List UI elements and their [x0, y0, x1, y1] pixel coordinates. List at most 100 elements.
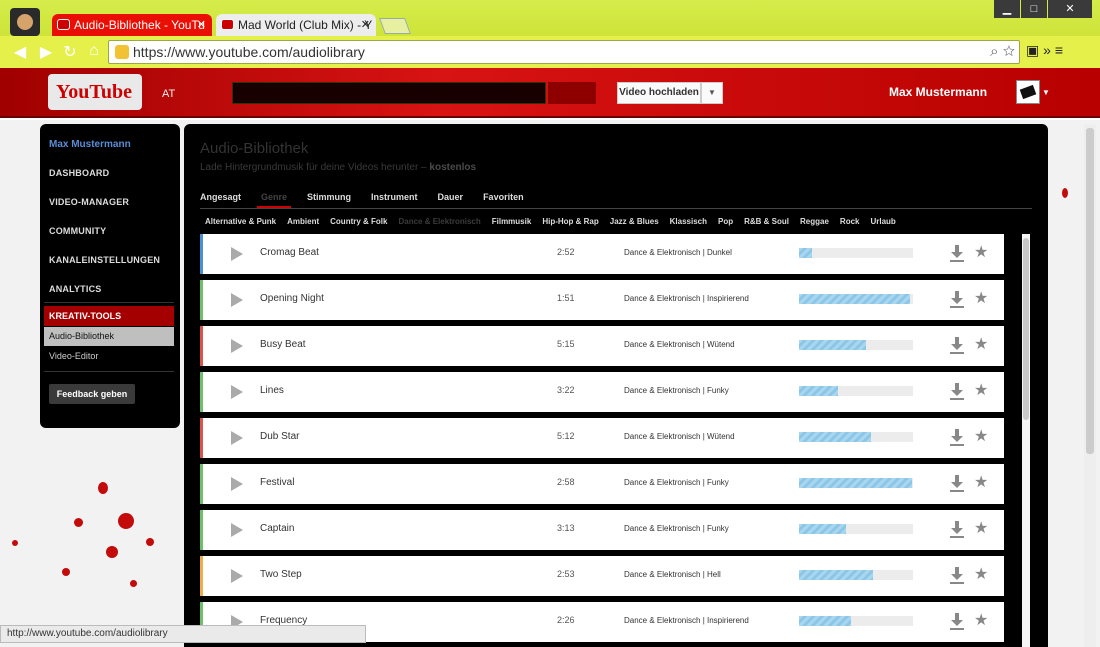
play-icon[interactable]	[231, 431, 243, 445]
upload-video-button[interactable]: Video hochladen	[617, 82, 701, 104]
download-icon[interactable]	[950, 337, 964, 353]
popularity-bar	[799, 340, 913, 350]
genre-filter[interactable]: Country & Folk	[330, 214, 387, 230]
favorite-star-icon[interactable]: ★	[974, 520, 988, 538]
play-icon[interactable]	[231, 523, 243, 537]
tab-favorites[interactable]: Favoriten	[483, 186, 524, 208]
back-arrow-icon[interactable]: ◀	[10, 42, 30, 62]
tab-trending[interactable]: Angesagt	[200, 186, 241, 208]
track-row[interactable]: Dub Star 5:12 Dance & Elektronisch | Wüten…	[200, 418, 1004, 458]
status-bar: http://www.youtube.com/audiolibrary	[0, 625, 366, 643]
genre-filter[interactable]: Klassisch	[670, 214, 707, 230]
track-row[interactable]: Two Step 2:53 Dance & Elektronisch | Hell ★	[200, 556, 1004, 596]
sidebar-item-community[interactable]: COMMUNITY	[49, 226, 106, 236]
lock-icon	[115, 45, 129, 59]
sidebar-item-creative-tools[interactable]: KREATIV-TOOLS	[44, 306, 174, 326]
tab-instrument[interactable]: Instrument	[371, 186, 418, 208]
browser-profile-icon[interactable]	[10, 8, 40, 36]
minimize-icon[interactable]: ▁	[994, 0, 1020, 18]
play-icon[interactable]	[231, 569, 243, 583]
close-window-icon[interactable]: ✕	[1048, 0, 1092, 18]
favorite-star-icon[interactable]: ★	[974, 474, 988, 492]
genre-filter[interactable]: Pop	[718, 214, 733, 230]
extension-icon[interactable]: ▣	[1026, 42, 1039, 58]
maximize-icon[interactable]: □	[1021, 0, 1047, 18]
download-icon[interactable]	[950, 383, 964, 399]
chevron-down-icon[interactable]: ▼	[1042, 88, 1050, 97]
track-title: Busy Beat	[260, 339, 306, 350]
play-icon[interactable]	[231, 477, 243, 491]
play-icon[interactable]	[231, 247, 243, 261]
download-icon[interactable]	[950, 567, 964, 583]
close-tab-icon[interactable]: ✕	[197, 14, 206, 36]
genre-filter[interactable]: Rock	[840, 214, 860, 230]
track-row[interactable]: Festival 2:58 Dance & Elektronisch | Funky…	[200, 464, 1004, 504]
more-extensions-icon[interactable]: »	[1043, 42, 1051, 58]
menu-icon[interactable]: ≡	[1055, 42, 1063, 58]
download-icon[interactable]	[950, 475, 964, 491]
sidebar-username[interactable]: Max Mustermann	[49, 139, 131, 150]
genre-filter[interactable]: Reggae	[800, 214, 829, 230]
browser-tab-active[interactable]: Audio-Bibliothek - YouTu ✕	[52, 14, 212, 36]
tab-genre[interactable]: Genre	[257, 186, 292, 208]
download-icon[interactable]	[950, 521, 964, 537]
new-tab-button[interactable]	[379, 18, 411, 34]
favorite-star-icon[interactable]: ★	[974, 428, 988, 446]
track-row[interactable]: Opening Night 1:51 Dance & Elektronisch | …	[200, 280, 1004, 320]
track-row[interactable]: Busy Beat 5:15 Dance & Elektronisch | Wüte…	[200, 326, 1004, 366]
avatar[interactable]	[1016, 80, 1040, 104]
search-icon[interactable]: ⌕	[990, 43, 998, 60]
tab-mood[interactable]: Stimmung	[307, 186, 351, 208]
track-genre-mood: Dance & Elektronisch | Wütend	[624, 340, 735, 349]
sidebar-item-channel-settings[interactable]: KANALEINSTELLUNGEN	[49, 255, 160, 265]
address-bar[interactable]: https://www.youtube.com/audiolibrary ⌕ ☆	[108, 40, 1020, 64]
genre-filter[interactable]: Filmmusik	[492, 214, 532, 230]
sidebar-item-video-manager[interactable]: VIDEO-MANAGER	[49, 197, 129, 207]
sidebar-item-analytics[interactable]: ANALYTICS	[49, 284, 101, 294]
genre-filter[interactable]: Urlaub	[870, 214, 895, 230]
sidebar-item-audio-library[interactable]: Audio-Bibliothek	[44, 327, 174, 346]
download-icon[interactable]	[950, 291, 964, 307]
close-tab-icon[interactable]: ✕	[361, 14, 370, 36]
page-scrollbar[interactable]	[1084, 124, 1096, 647]
tab-duration[interactable]: Dauer	[438, 186, 464, 208]
favorite-star-icon[interactable]: ★	[974, 382, 988, 400]
genre-filter[interactable]: Alternative & Punk	[205, 214, 276, 230]
favorite-star-icon[interactable]: ★	[974, 566, 988, 584]
favorite-star-icon[interactable]: ★	[974, 612, 988, 630]
favorite-star-icon[interactable]: ★	[974, 290, 988, 308]
track-row[interactable]: Cromag Beat 2:52 Dance & Elektronisch | Du…	[200, 234, 1004, 274]
favorite-star-icon[interactable]: ★	[974, 244, 988, 262]
genre-filter[interactable]: Hip-Hop & Rap	[542, 214, 598, 230]
forward-arrow-icon[interactable]: ▶	[36, 42, 56, 62]
browser-tab[interactable]: Mad World (Club Mix) - Y ✕	[216, 14, 376, 36]
play-icon[interactable]	[231, 293, 243, 307]
genre-filter[interactable]: Ambient	[287, 214, 319, 230]
track-row[interactable]: Lines 3:22 Dance & Elektronisch | Funky ★	[200, 372, 1004, 412]
page-scrollbar-thumb[interactable]	[1086, 128, 1094, 454]
track-row[interactable]: Captain 3:13 Dance & Elektronisch | Funky ★	[200, 510, 1004, 550]
genre-filter-selected[interactable]: Dance & Elektronisch	[398, 214, 480, 230]
search-input[interactable]	[232, 82, 546, 104]
play-icon[interactable]	[231, 385, 243, 399]
genre-filter[interactable]: Jazz & Blues	[610, 214, 659, 230]
youtube-logo[interactable]: YouTube	[48, 74, 142, 110]
home-icon[interactable]: ⌂	[84, 42, 104, 60]
download-icon[interactable]	[950, 245, 964, 261]
upload-dropdown-icon[interactable]: ▼	[701, 82, 723, 104]
bookmark-star-icon[interactable]: ☆	[1003, 43, 1015, 60]
genre-filter[interactable]: R&B & Soul	[744, 214, 789, 230]
sidebar-item-dashboard[interactable]: DASHBOARD	[49, 168, 109, 178]
download-icon-base	[950, 490, 964, 492]
download-icon[interactable]	[950, 613, 964, 629]
reload-icon[interactable]: ↻	[60, 42, 80, 62]
scrollbar[interactable]	[1022, 234, 1030, 647]
favorite-star-icon[interactable]: ★	[974, 336, 988, 354]
feedback-button[interactable]: Feedback geben	[49, 384, 135, 404]
scrollbar-thumb[interactable]	[1023, 238, 1029, 420]
header-username[interactable]: Max Mustermann	[889, 85, 987, 99]
play-icon[interactable]	[231, 339, 243, 353]
download-icon[interactable]	[950, 429, 964, 445]
search-button[interactable]	[548, 82, 596, 104]
sidebar-item-video-editor[interactable]: Video-Editor	[44, 347, 174, 366]
